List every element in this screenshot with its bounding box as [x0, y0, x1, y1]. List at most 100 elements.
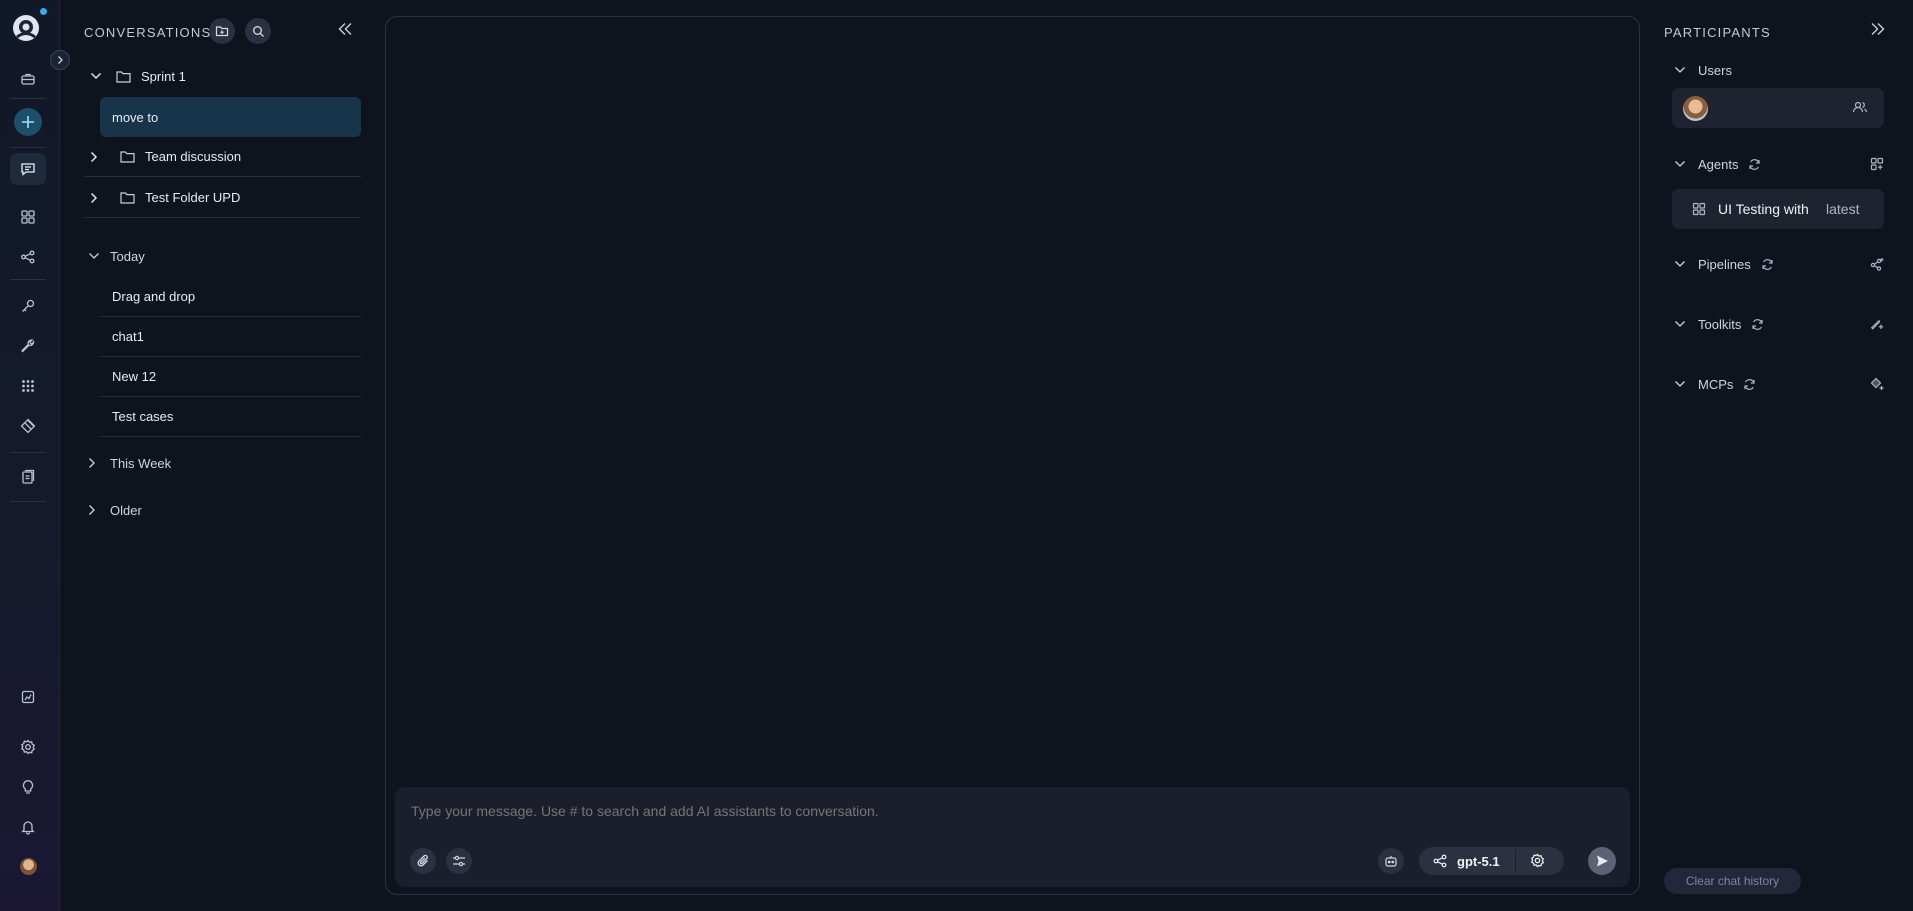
conversation-item[interactable]: Drag and drop — [100, 277, 361, 317]
folder-icon — [116, 70, 131, 83]
briefcase-icon[interactable] — [10, 63, 46, 95]
section-agents[interactable]: Agents — [1672, 152, 1884, 176]
settings-icon[interactable] — [10, 731, 46, 763]
model-name: gpt-5.1 — [1457, 853, 1500, 869]
app-logo-icon[interactable] — [11, 13, 41, 43]
rail-divider — [10, 98, 46, 99]
agent-button[interactable] — [1378, 848, 1404, 874]
chevron-down-icon — [1674, 160, 1686, 168]
folder-label: Team discussion — [145, 149, 242, 164]
conversations-panel: CONVERSATIONS Sprint 1 move to Team disc… — [61, 0, 371, 911]
attach-button[interactable] — [410, 848, 436, 874]
bell-icon[interactable] — [10, 811, 46, 843]
users-group-icon[interactable] — [1852, 100, 1868, 114]
notification-dot — [40, 8, 47, 15]
refresh-icon[interactable] — [1761, 258, 1774, 271]
filters-button[interactable] — [446, 848, 472, 874]
conversation-item[interactable]: New 12 — [100, 357, 361, 397]
chevron-down-icon — [90, 72, 102, 80]
chevron-down-icon — [1674, 66, 1686, 74]
collapse-participants-button[interactable] — [1870, 22, 1886, 36]
chat-area: gpt-5.1 — [385, 16, 1640, 895]
avatar[interactable] — [20, 858, 37, 875]
avatar — [1683, 96, 1708, 121]
add-agent-icon[interactable] — [1870, 157, 1884, 171]
chevron-right-icon — [88, 504, 100, 516]
chevron-down-icon — [1674, 260, 1686, 268]
group-older[interactable]: Older — [84, 495, 361, 525]
folder-label: Sprint 1 — [141, 68, 186, 84]
rail-divider — [10, 501, 46, 502]
diamond-icon[interactable] — [10, 410, 46, 442]
chevron-right-icon — [90, 192, 102, 204]
agent-grid-icon — [1692, 202, 1706, 216]
chevron-right-icon — [90, 151, 102, 163]
group-label: Older — [110, 502, 142, 518]
chevron-down-icon — [88, 252, 100, 260]
lightbulb-icon[interactable] — [10, 771, 46, 803]
chevron-down-icon — [1674, 380, 1686, 388]
key-icon[interactable] — [10, 290, 46, 322]
folder-team-discussion[interactable]: Team discussion — [84, 137, 361, 177]
rail-divider — [10, 147, 46, 148]
add-toolkit-icon[interactable] — [1870, 317, 1884, 331]
apps-icon[interactable] — [10, 370, 46, 402]
expand-rail-button[interactable] — [50, 50, 70, 70]
section-label: MCPs — [1698, 376, 1734, 392]
agent-name: UI Testing with — [1718, 201, 1809, 217]
wrench-icon[interactable] — [10, 330, 46, 362]
chevron-right-icon — [88, 457, 100, 469]
section-pipelines[interactable]: Pipelines — [1672, 252, 1884, 276]
conversations-title: CONVERSATIONS — [84, 25, 212, 40]
group-this-week[interactable]: This Week — [84, 448, 361, 478]
section-label: Toolkits — [1698, 316, 1742, 332]
grid-icon[interactable] — [10, 201, 46, 233]
folder-sprint-1[interactable]: Sprint 1 — [84, 56, 361, 96]
clear-chat-history-button[interactable]: Clear chat history — [1664, 868, 1801, 894]
chevron-down-icon — [1674, 320, 1686, 328]
document-icon[interactable] — [10, 461, 46, 493]
folder-label: Test Folder UPD — [145, 190, 241, 205]
model-settings-icon[interactable] — [1530, 853, 1545, 868]
new-conversation-button[interactable] — [14, 108, 42, 136]
chat-icon[interactable] — [10, 153, 46, 185]
search-button[interactable] — [245, 18, 271, 44]
agent-version[interactable]: latest — [1826, 201, 1859, 217]
participants-panel: PARTICIPANTS Users Agents UI Testing wit… — [1655, 0, 1913, 911]
section-mcps[interactable]: MCPs — [1672, 372, 1884, 396]
section-toolkits[interactable]: Toolkits — [1672, 312, 1884, 336]
message-composer: gpt-5.1 — [395, 787, 1630, 887]
folder-icon — [120, 150, 135, 163]
group-label: This Week — [110, 455, 172, 471]
rail-divider — [10, 279, 46, 280]
refresh-icon[interactable] — [1751, 318, 1764, 331]
refresh-icon[interactable] — [1748, 158, 1761, 171]
left-navigation-rail — [0, 0, 60, 911]
user-participant-card[interactable] — [1672, 88, 1884, 128]
section-label: Pipelines — [1698, 256, 1751, 272]
conversation-item-selected[interactable]: move to — [100, 97, 361, 137]
folder-icon — [120, 191, 135, 204]
rail-divider — [10, 452, 46, 453]
add-mcp-icon[interactable] — [1870, 377, 1884, 391]
feedback-icon[interactable] — [10, 681, 46, 713]
section-label: Users — [1698, 62, 1732, 78]
message-input[interactable] — [411, 803, 1311, 819]
section-label: Agents — [1698, 156, 1739, 172]
refresh-icon[interactable] — [1743, 378, 1756, 391]
add-pipeline-icon[interactable] — [1870, 257, 1884, 271]
agent-participant-card[interactable]: UI Testing with latest — [1672, 189, 1884, 229]
pipeline-icon[interactable] — [10, 241, 46, 273]
folder-test-folder-upd[interactable]: Test Folder UPD — [84, 178, 361, 218]
new-folder-button[interactable] — [209, 18, 235, 44]
share-icon — [1433, 854, 1447, 868]
group-today[interactable]: Today — [84, 241, 361, 271]
model-selector[interactable]: gpt-5.1 — [1419, 847, 1564, 875]
conversation-item[interactable]: chat1 — [100, 317, 361, 357]
group-label: Today — [110, 248, 145, 264]
collapse-conversations-button[interactable] — [337, 22, 353, 36]
send-button[interactable] — [1588, 847, 1616, 875]
participants-title: PARTICIPANTS — [1664, 25, 1771, 40]
conversation-item[interactable]: Test cases — [100, 397, 361, 437]
section-users[interactable]: Users — [1672, 58, 1884, 82]
